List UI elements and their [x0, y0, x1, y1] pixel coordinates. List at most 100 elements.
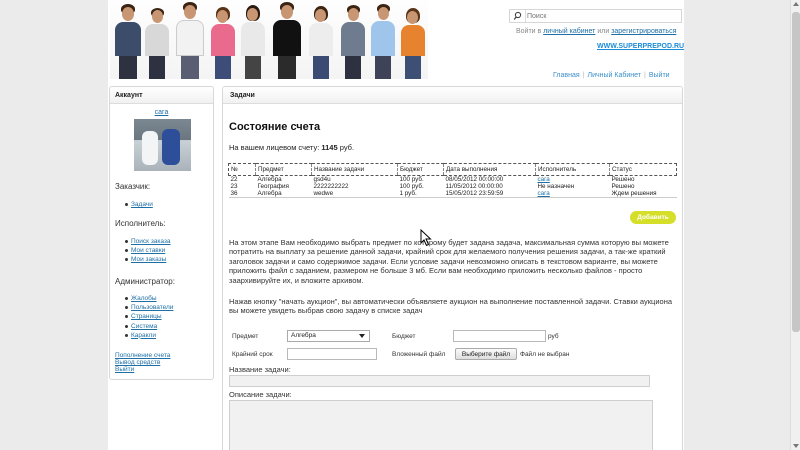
page-scrollbar[interactable]: [790, 0, 800, 450]
person-figure: [398, 0, 428, 79]
user-name-link[interactable]: сага: [110, 109, 213, 116]
executor-menu: Поиск заказа Мои ставки Мои заказы: [125, 237, 171, 265]
sidebar-item-my-orders[interactable]: Мои заказы: [131, 256, 166, 263]
cell: 08/05/2012 00:00:00: [445, 176, 504, 183]
panel-title: Задачи: [223, 87, 682, 104]
person-figure: [238, 0, 268, 79]
person-figure: [368, 0, 398, 79]
scroll-down-icon[interactable]: [793, 444, 799, 448]
person-figure: [270, 0, 304, 79]
col-number: №: [228, 163, 256, 176]
account-sidebar: Аккаунт сага Заказчик: Задачи Исполнител…: [109, 86, 214, 380]
avatar[interactable]: [134, 119, 191, 171]
cell: Решено: [611, 183, 635, 190]
tasks-table: № Предмет Название задачи Бюджет Дата вы…: [228, 163, 677, 198]
sidebar-item-karakli[interactable]: Каракли: [131, 332, 156, 339]
search-input[interactable]: [527, 11, 677, 21]
nav-home[interactable]: Главная: [553, 72, 580, 79]
customer-menu: Задачи: [125, 200, 153, 209]
table-header-row: № Предмет Название задачи Бюджет Дата вы…: [228, 163, 677, 176]
file-status: Файл не выбран: [520, 351, 570, 358]
executor-link[interactable]: сага: [538, 190, 550, 197]
task-description-textarea[interactable]: [229, 400, 653, 450]
task-title-input[interactable]: [229, 375, 650, 387]
nav-logout[interactable]: Выйти: [649, 72, 670, 79]
table-row[interactable]: 36 Алгебра wedwe 1 руб. 15/05/2012 23:59…: [228, 190, 677, 198]
site-url-link[interactable]: WWW.SUPERPREPOD.RU: [597, 43, 684, 50]
chevron-down-icon: [359, 334, 365, 338]
sidebar-footer-links: Пополнение счета Вывод средств Выйти: [115, 352, 170, 373]
person-figure: [112, 0, 144, 79]
topup-link[interactable]: Пополнение счета: [115, 352, 170, 359]
sidebar-item-users[interactable]: Пользователи: [131, 304, 173, 311]
auction-instructions-text: Нажав кнопку "начать аукцион", вы автома…: [229, 297, 673, 316]
top-nav: Главная | Личный Кабинет | Выйти: [553, 72, 670, 79]
balance-label: На вашем лицевом счету:: [229, 143, 320, 152]
mouse-cursor-icon: [420, 229, 432, 247]
subject-label: Предмет: [232, 333, 259, 340]
col-executor: Исполнитель: [535, 163, 610, 176]
person-figure: [173, 0, 207, 79]
login-link[interactable]: личный кабинет: [543, 28, 595, 35]
sidebar-item-find-order[interactable]: Поиск заказа: [131, 238, 171, 245]
header-banner-photo: [110, 0, 428, 79]
cell: 23: [230, 183, 238, 190]
table-row[interactable]: 22 Алгебра gsd4u 100 руб. 08/05/2012 00:…: [229, 176, 677, 183]
budget-input[interactable]: [453, 330, 546, 342]
deadline-input[interactable]: [287, 348, 377, 360]
table-row[interactable]: 23 География 2222222222 100 руб. 11/05/2…: [229, 183, 677, 190]
cell: География: [257, 183, 289, 190]
login-mid-text: или: [597, 28, 610, 35]
balance-line: На вашем лицевом счету: 1145 руб.: [229, 143, 354, 152]
sidebar-item-my-bids[interactable]: Мои ставки: [131, 247, 165, 254]
page-title: Состояние счета: [229, 121, 321, 133]
instructions-text: На этом этапе Вам необходимо выбрать пре…: [229, 238, 669, 285]
choose-file-button[interactable]: Выберите файл: [455, 348, 517, 360]
executor-section-title: Исполнитель:: [115, 219, 166, 228]
sidebar-item-pages[interactable]: Страницы: [131, 313, 162, 320]
add-task-button[interactable]: Добавить: [630, 211, 676, 224]
scrollbar-thumb[interactable]: [792, 12, 800, 332]
cell: Алгебра: [257, 176, 282, 183]
cell: 100 руб.: [399, 176, 424, 183]
withdraw-link[interactable]: Вывод средств: [115, 359, 170, 366]
col-date: Дата выполнения: [443, 163, 536, 176]
col-title: Название задачи: [311, 163, 398, 176]
budget-label: Бюджет: [392, 333, 416, 340]
search-icon[interactable]: [510, 10, 526, 22]
person-figure: [338, 0, 368, 79]
subject-select[interactable]: Алгебра: [287, 330, 370, 342]
search-box[interactable]: [509, 9, 682, 23]
col-status: Статус: [609, 163, 677, 176]
subject-value: Алгебра: [291, 332, 316, 339]
register-link[interactable]: зарегистрироваться: [611, 28, 676, 35]
col-subject: Предмет: [255, 163, 312, 176]
tasks-panel: Задачи Состояние счета На вашем лицевом …: [222, 86, 683, 450]
executor-link[interactable]: сага: [538, 176, 550, 183]
cell: 22: [230, 176, 238, 183]
cell: 11/05/2012 00:00:00: [445, 183, 503, 190]
budget-unit: руб: [548, 333, 559, 340]
sidebar-title: Аккаунт: [110, 87, 213, 104]
nav-cabinet[interactable]: Личный Кабинет: [587, 72, 641, 79]
login-line: Войти в личный кабинет или зарегистриров…: [516, 28, 676, 35]
balance-value: 1145: [321, 143, 338, 152]
sidebar-item-tasks[interactable]: Задачи: [131, 201, 153, 208]
person-figure: [208, 0, 238, 79]
login-prefix-text: Войти в: [516, 28, 542, 35]
cell: wedwe: [311, 190, 398, 198]
person-figure: [142, 0, 172, 79]
balance-unit: руб.: [339, 143, 355, 152]
logout-link[interactable]: Выйти: [115, 366, 170, 373]
cell: Не назначен: [537, 183, 575, 190]
admin-menu: Жалобы Пользователи Страницы Система Кар…: [124, 294, 173, 340]
sidebar-item-complaints[interactable]: Жалобы: [131, 295, 157, 302]
cell: Решено: [611, 176, 635, 183]
customer-section-title: Заказчик:: [115, 182, 151, 191]
col-budget: Бюджет: [397, 163, 444, 176]
cell: 2222222222: [313, 183, 349, 190]
sidebar-item-system[interactable]: Система: [131, 323, 157, 330]
file-label: Вложенный файл: [392, 351, 446, 358]
cell: Ждем решения: [609, 190, 677, 198]
scroll-up-icon[interactable]: [793, 2, 799, 6]
